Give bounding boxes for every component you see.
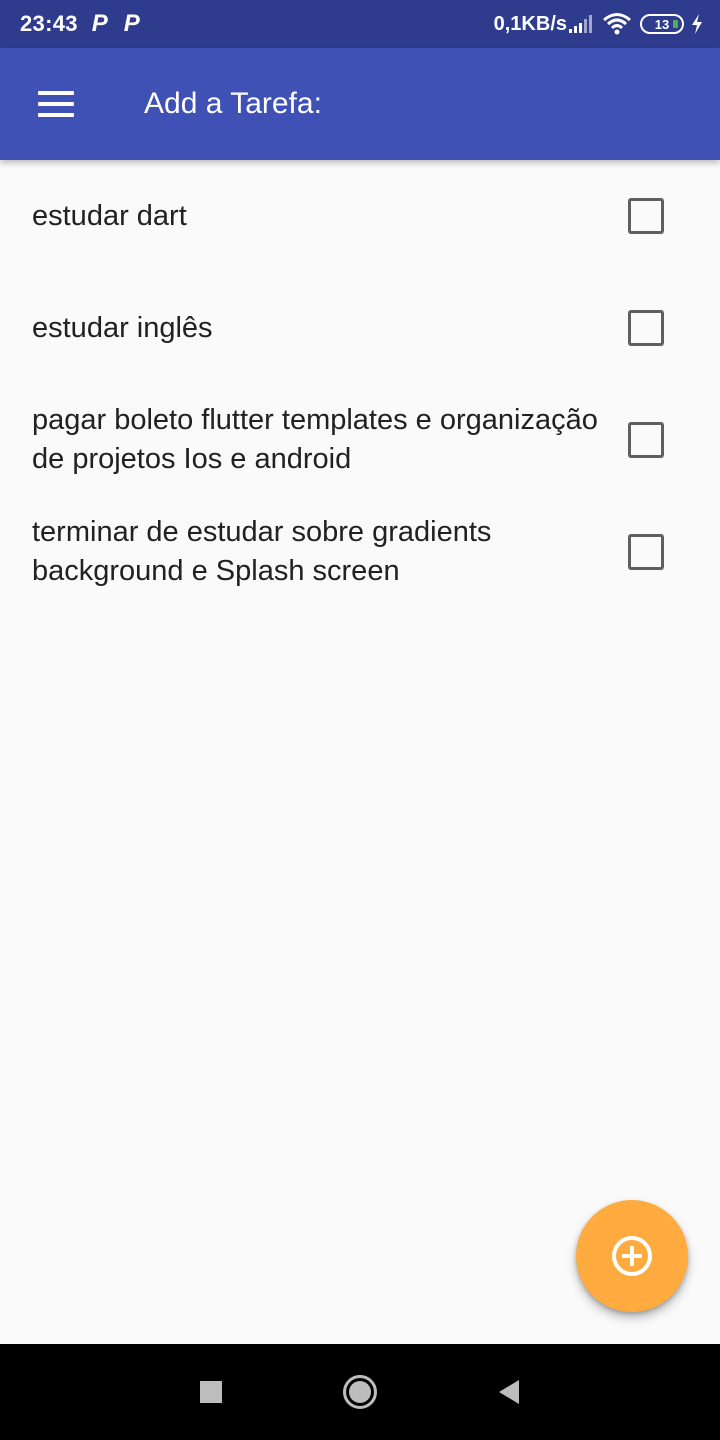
recents-button[interactable]	[181, 1362, 241, 1422]
screen: 23:43 P P 0,1KB/s 13 Add a Tarefa: estud…	[0, 0, 720, 1440]
status-time: 23:43	[20, 11, 78, 36]
task-checkbox[interactable]	[628, 534, 664, 570]
status-right: 0,1KB/s 13	[494, 12, 704, 36]
task-checkbox[interactable]	[628, 310, 664, 346]
add-task-button[interactable]	[576, 1200, 688, 1312]
menu-icon	[38, 91, 74, 117]
add-circle-icon	[612, 1236, 652, 1276]
charging-bolt-icon	[692, 14, 702, 34]
navigation-bar	[0, 1344, 720, 1440]
battery-charge-indicator	[673, 20, 678, 28]
back-icon	[499, 1380, 519, 1404]
menu-button[interactable]	[20, 68, 92, 140]
recents-icon	[200, 1381, 222, 1403]
status-bar: 23:43 P P 0,1KB/s 13	[0, 0, 720, 48]
page-title: Add a Tarefa:	[144, 87, 322, 120]
battery-level: 13	[654, 16, 670, 32]
task-label: terminar de estudar sobre gradients back…	[32, 516, 492, 587]
wifi-icon	[603, 13, 631, 35]
back-button[interactable]	[479, 1362, 539, 1422]
status-left: 23:43 P P	[20, 11, 140, 37]
notification-p-icon: P	[91, 10, 108, 37]
task-label: estudar inglês	[32, 311, 213, 344]
task-checkbox[interactable]	[628, 422, 664, 458]
list-item[interactable]: terminar de estudar sobre gradients back…	[0, 496, 720, 608]
task-checkbox[interactable]	[628, 198, 664, 234]
task-label: estudar dart	[32, 199, 187, 232]
home-icon	[343, 1375, 377, 1409]
signal-icon	[569, 15, 592, 33]
list-item[interactable]: estudar dart	[0, 160, 720, 272]
home-button[interactable]	[330, 1362, 390, 1422]
task-label: pagar boleto flutter templates e organiz…	[32, 404, 598, 475]
list-item[interactable]: estudar inglês	[0, 272, 720, 384]
task-list: estudar dart estudar inglês pagar boleto…	[0, 160, 720, 608]
notification-p-icon: P	[123, 10, 140, 37]
network-speed: 0,1KB/s	[493, 12, 567, 35]
list-item[interactable]: pagar boleto flutter templates e organiz…	[0, 384, 720, 496]
app-bar: Add a Tarefa:	[0, 48, 720, 160]
battery-icon: 13	[640, 14, 684, 34]
